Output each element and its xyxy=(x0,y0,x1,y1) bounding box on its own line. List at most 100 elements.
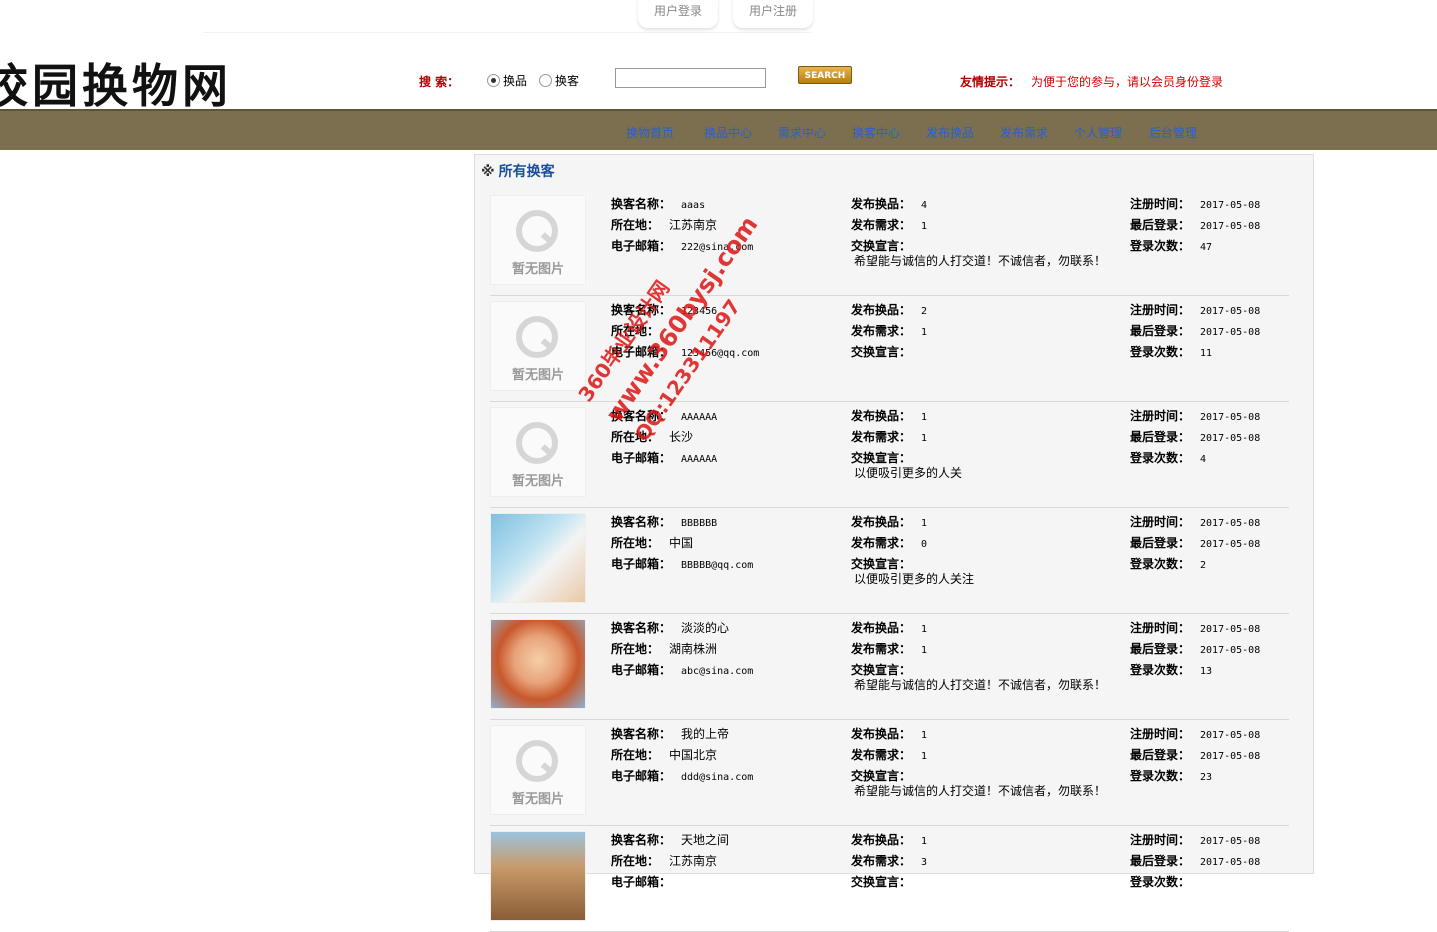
field-goods: 发布换品： 1 xyxy=(851,513,927,530)
field-last: 最后登录： 2017-05-08 xyxy=(1130,428,1260,445)
field-name: 换客名称： aaas xyxy=(611,195,705,212)
field-email: 电子邮箱： abc@sina.com xyxy=(611,661,753,678)
field-needs-value: 1 xyxy=(921,433,928,444)
field-motto-label: 交换宣言： xyxy=(851,769,912,783)
field-reg-label: 注册时间： xyxy=(1130,833,1191,847)
field-reg-value: 2017-05-08 xyxy=(1200,518,1261,529)
field-name-label: 换客名称： xyxy=(611,197,672,211)
search-option-goods[interactable]: 换品 xyxy=(487,72,527,89)
no-image-icon xyxy=(516,316,558,358)
field-location-label: 所在地： xyxy=(611,536,660,550)
user-row: 换客名称： BBBBBB 所在地： 中国 电子邮箱： BBBBB@qq.com 发布换品： 1… xyxy=(490,508,1289,614)
top-link-bar: 用户登录 用户注册 xyxy=(203,0,813,33)
search-button[interactable]: SEARCH xyxy=(798,66,852,84)
field-count-value: 11 xyxy=(1200,348,1213,359)
search-option-user-label: 换客 xyxy=(555,74,580,88)
field-motto: 交换宣言： xyxy=(851,873,911,890)
field-count: 登录次数： 47 xyxy=(1130,237,1212,254)
nav-needs-center[interactable]: 需求中心 xyxy=(778,124,826,141)
field-needs: 发布需求： 1 xyxy=(851,322,927,339)
field-name: 换客名称： 淡淡的心 xyxy=(611,619,729,636)
field-motto: 交换宣言： xyxy=(851,343,911,360)
field-email-value[interactable]: 123456@qq.com xyxy=(681,348,759,359)
user-row: 暂无图片 换客名称： aaas 所在地： 江苏南京 电子邮箱： 222@sina.com 发布… xyxy=(490,190,1289,296)
field-goods: 发布换品： 1 xyxy=(851,725,927,742)
user-avatar[interactable]: 暂无图片 xyxy=(490,195,586,285)
nav-personal[interactable]: 个人管理 xyxy=(1074,124,1122,141)
field-motto-value: 希望能与诚信的人打交道！不诚信者，勿联系！ xyxy=(854,784,1107,798)
user-avatar[interactable]: 暂无图片 xyxy=(490,725,586,815)
field-needs: 发布需求： 1 xyxy=(851,428,927,445)
field-name-value: 123456 xyxy=(681,306,718,317)
search-input[interactable] xyxy=(615,68,766,88)
nav-goods-center[interactable]: 换品中心 xyxy=(704,124,752,141)
field-reg: 注册时间： 2017-05-08 xyxy=(1130,619,1260,636)
field-name-value: BBBBBB xyxy=(681,518,718,529)
nav-user-center[interactable]: 换客中心 xyxy=(852,124,900,141)
tip-label: 友情提示： xyxy=(960,75,1021,89)
field-count: 登录次数： 23 xyxy=(1130,767,1212,784)
user-avatar[interactable]: 暂无图片 xyxy=(490,301,586,391)
search-label: 搜 索： xyxy=(419,75,460,89)
field-needs-label: 发布需求： xyxy=(851,748,912,762)
field-needs-label: 发布需求： xyxy=(851,218,912,232)
field-location: 所在地： 江苏南京 xyxy=(611,216,717,233)
field-location: 所在地： 中国北京 xyxy=(611,746,717,763)
field-motto-label: 交换宣言： xyxy=(851,345,912,359)
field-goods: 发布换品： 1 xyxy=(851,619,927,636)
user-row: 暂无图片 换客名称： 我的上帝 所在地： 中国北京 电子邮箱： ddd@sina.com 发布… xyxy=(490,720,1289,826)
field-name-label: 换客名称： xyxy=(611,727,672,741)
field-goods: 发布换品： 2 xyxy=(851,301,927,318)
field-needs: 发布需求： 1 xyxy=(851,216,927,233)
field-last-label: 最后登录： xyxy=(1130,536,1191,550)
user-row: 暂无图片 换客名称： 123456 所在地： 电子邮箱： 123456@qq.com 发布换… xyxy=(490,296,1289,402)
field-location-label: 所在地： xyxy=(611,748,660,762)
field-location: 所在地： 长沙 xyxy=(611,428,693,445)
field-count-label: 登录次数： xyxy=(1130,345,1191,359)
field-count-value: 2 xyxy=(1200,560,1207,571)
panel-title: ※ 所有换客 xyxy=(481,161,555,181)
field-location: 所在地： 湖南株洲 xyxy=(611,640,717,657)
field-email-value[interactable]: BBBBB@qq.com xyxy=(681,560,753,571)
field-email: 电子邮箱： 123456@qq.com xyxy=(611,343,759,360)
nav-publish-goods[interactable]: 发布换品 xyxy=(926,124,974,141)
search-option-user[interactable]: 换客 xyxy=(539,72,579,89)
field-goods-value: 4 xyxy=(921,200,928,211)
field-last-value: 2017-05-08 xyxy=(1200,221,1261,232)
field-goods: 发布换品： 4 xyxy=(851,195,927,212)
field-email-label: 电子邮箱： xyxy=(611,557,672,571)
field-email-value[interactable]: 222@sina.com xyxy=(681,242,753,253)
field-count-label: 登录次数： xyxy=(1130,451,1191,465)
field-last-label: 最后登录： xyxy=(1130,642,1191,656)
field-motto-label: 交换宣言： xyxy=(851,239,912,253)
nav-admin[interactable]: 后台管理 xyxy=(1149,124,1197,141)
nav-home[interactable]: 换物首页 xyxy=(626,124,674,141)
field-count: 登录次数： 4 xyxy=(1130,449,1206,466)
no-image-label: 暂无图片 xyxy=(511,792,564,807)
field-email-value[interactable]: AAAAAA xyxy=(681,454,717,465)
field-last-value: 2017-05-08 xyxy=(1200,857,1261,868)
field-last-value: 2017-05-08 xyxy=(1200,751,1261,762)
register-link[interactable]: 用户注册 xyxy=(733,0,813,28)
field-name-value: AAAAAA xyxy=(681,412,718,423)
field-motto-label: 交换宣言： xyxy=(851,875,912,889)
field-count: 登录次数： 2 xyxy=(1130,555,1206,572)
user-avatar[interactable] xyxy=(490,831,586,921)
field-email-value[interactable]: abc@sina.com xyxy=(681,666,753,677)
user-avatar[interactable]: 暂无图片 xyxy=(490,407,586,497)
field-count-label: 登录次数： xyxy=(1130,663,1191,677)
field-email-value[interactable]: ddd@sina.com xyxy=(681,772,753,783)
field-needs-value: 1 xyxy=(921,327,928,338)
field-reg-value: 2017-05-08 xyxy=(1200,624,1261,635)
radio-unchecked-icon[interactable] xyxy=(539,74,552,87)
site-logo[interactable]: 校园换物网 xyxy=(0,50,232,116)
nav-publish-needs[interactable]: 发布需求 xyxy=(1000,124,1048,141)
field-last: 最后登录： 2017-05-08 xyxy=(1130,534,1260,551)
field-count: 登录次数： xyxy=(1130,873,1200,890)
field-name: 换客名称： BBBBBB xyxy=(611,513,717,530)
login-link[interactable]: 用户登录 xyxy=(638,0,718,28)
radio-checked-icon[interactable] xyxy=(487,74,500,87)
field-location-label: 所在地： xyxy=(611,430,660,444)
user-avatar[interactable] xyxy=(490,619,586,709)
user-avatar[interactable] xyxy=(490,513,586,603)
